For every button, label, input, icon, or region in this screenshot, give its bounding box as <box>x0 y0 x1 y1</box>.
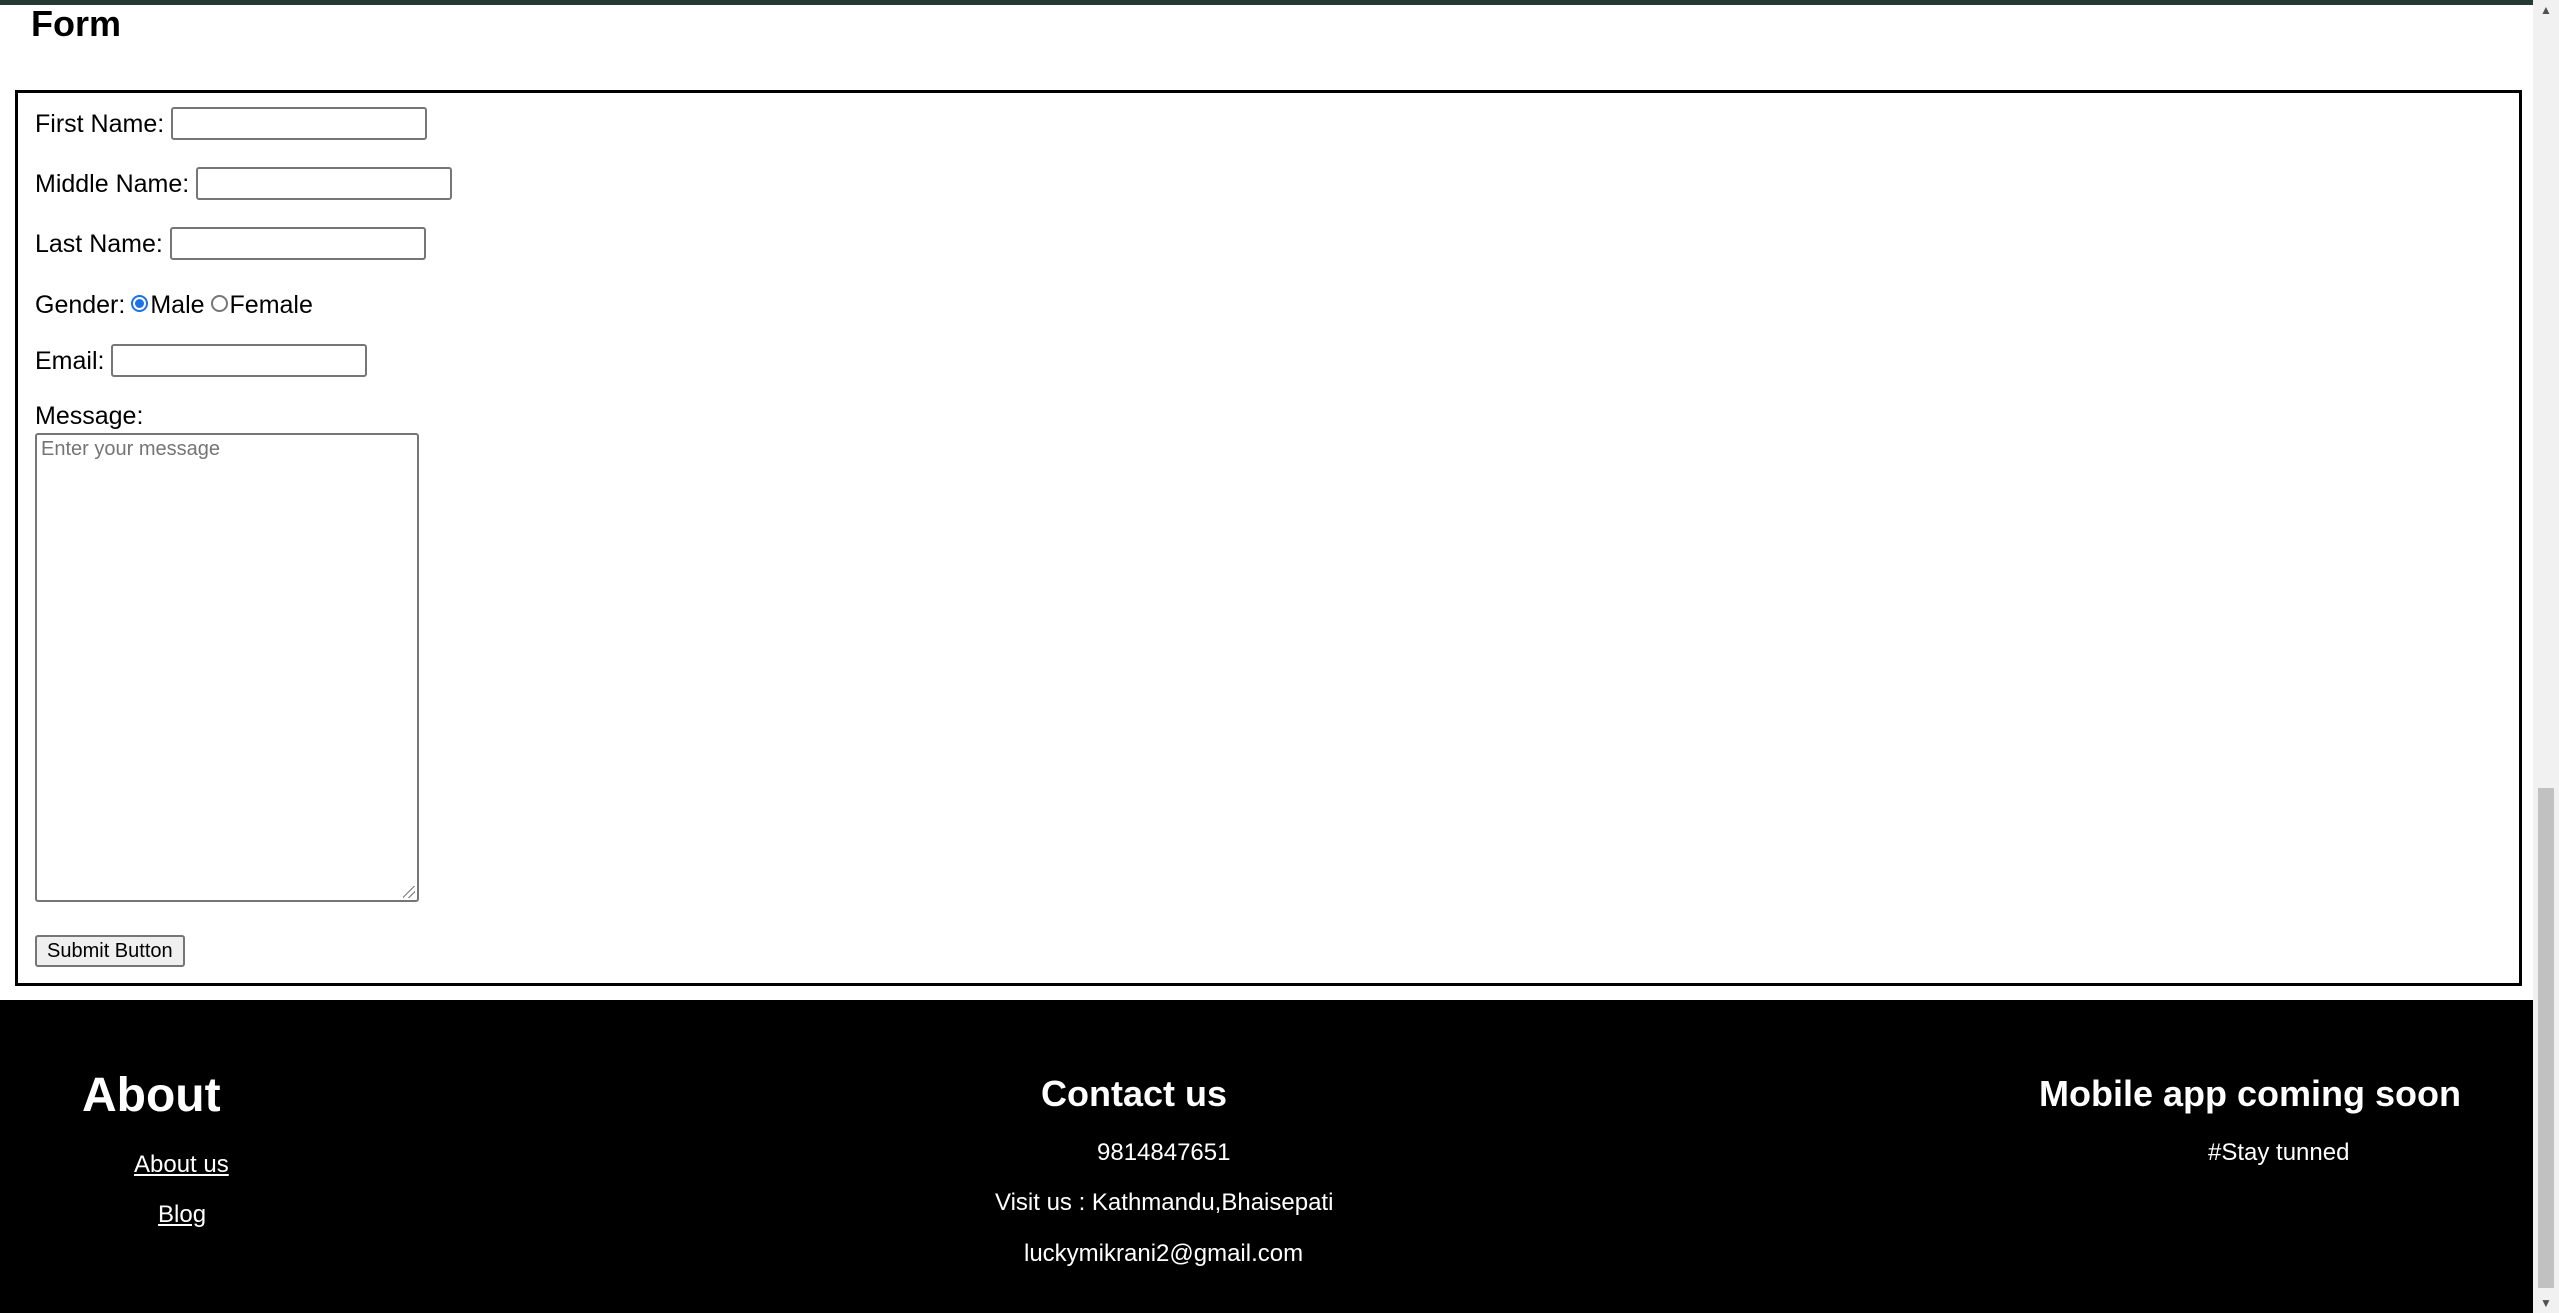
footer-link-blog[interactable]: Blog <box>158 1200 206 1230</box>
footer-about-title: About <box>82 1069 221 1122</box>
message-label: Message: <box>35 402 144 430</box>
footer-contact-email: luckymikrani2@gmail.com <box>1024 1240 1304 1267</box>
gender-label: Gender: <box>35 291 126 319</box>
gender-male-label[interactable]: Male <box>150 290 204 320</box>
footer-app-tagline: #Stay tunned <box>2208 1139 2350 1166</box>
scroll-up-icon[interactable]: ▲ <box>2533 0 2559 20</box>
resize-grip-icon[interactable] <box>403 886 415 898</box>
contact-form: First Name: Middle Name: Last Name: Gend… <box>15 90 2522 986</box>
submit-button[interactable]: Submit Button <box>35 935 185 967</box>
footer-app-title: Mobile app coming soon <box>2039 1073 2461 1114</box>
footer-link-about-us[interactable]: About us <box>134 1150 229 1180</box>
gender-male-radio[interactable] <box>131 294 149 312</box>
gender-row: Gender: Male Female <box>35 290 313 320</box>
first-name-row: First Name: <box>35 107 428 140</box>
email-row: Email: <box>35 344 368 377</box>
vertical-scrollbar[interactable]: ▲ ▼ <box>2533 0 2559 1313</box>
last-name-row: Last Name: <box>35 227 426 260</box>
last-name-input[interactable] <box>169 227 426 260</box>
middle-name-input[interactable] <box>196 167 453 200</box>
footer-contact-phone: 9814847651 <box>1097 1139 1231 1166</box>
email-input[interactable] <box>111 344 368 377</box>
footer-contact-title: Contact us <box>1041 1073 1228 1114</box>
footer: About About us Blog Contact us 981484765… <box>0 1000 2533 1313</box>
gender-female-label[interactable]: Female <box>230 290 313 320</box>
middle-name-label: Middle Name: <box>35 169 190 198</box>
last-name-label: Last Name: <box>35 229 163 258</box>
message-row: Message: <box>35 401 143 431</box>
first-name-label: First Name: <box>35 109 165 138</box>
top-strip <box>0 0 2533 5</box>
message-placeholder: Enter your message <box>41 438 220 460</box>
scroll-thumb[interactable] <box>2538 788 2554 1288</box>
first-name-input[interactable] <box>171 107 428 140</box>
message-textarea[interactable]: Enter your message <box>35 433 419 902</box>
gender-female-radio[interactable] <box>210 294 228 312</box>
page: Form First Name: Middle Name: Last Name:… <box>0 0 2533 1313</box>
middle-name-row: Middle Name: <box>35 167 453 200</box>
scroll-down-icon[interactable]: ▼ <box>2533 1293 2559 1313</box>
email-label: Email: <box>35 346 105 375</box>
form-title: Form <box>31 3 121 44</box>
footer-contact-address: Visit us : Kathmandu,Bhaisepati <box>995 1189 1334 1216</box>
